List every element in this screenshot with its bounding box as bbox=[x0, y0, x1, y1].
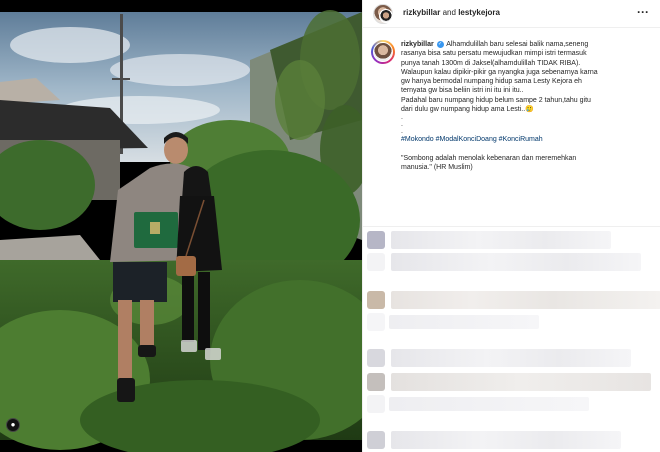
caption-dot: . bbox=[401, 128, 403, 136]
caption-line: Alhamdulillah baru selesai balik nama,se… bbox=[446, 41, 589, 48]
collab-username-link[interactable]: lestykejora bbox=[458, 8, 500, 17]
caption-line: Walaupun kalau dipikir-pikir ga nyangka … bbox=[401, 68, 598, 76]
user-tag-icon[interactable]: ● bbox=[6, 418, 20, 432]
more-horizontal-icon[interactable]: ··· bbox=[637, 6, 649, 18]
caption-line: punya tanah 1300m di Jaksel(alhamdulilla… bbox=[401, 59, 581, 67]
caption-line: rasanya bisa satu persatu mewujudkan mim… bbox=[401, 50, 587, 58]
post-photo[interactable]: ● bbox=[0, 0, 362, 452]
verified-badge-icon: ✓ bbox=[436, 40, 444, 48]
post-details-panel: rizkybillar and lestykejora ··· rizkybil… bbox=[362, 0, 660, 452]
author-username-link[interactable]: rizkybillar bbox=[403, 8, 440, 17]
caption-line: dari dulu gw numpang hidup ama Lesti..🥲 bbox=[401, 106, 534, 114]
caption-username[interactable]: rizkybillar bbox=[401, 41, 434, 48]
post-header: rizkybillar and lestykejora ··· bbox=[363, 0, 660, 28]
caption-text: rizkybillar ✓ Alhamdulillah baru selesai… bbox=[401, 40, 651, 172]
caption-avatar[interactable] bbox=[371, 40, 395, 64]
hashtags[interactable]: #Mokondo #ModalKonciDoang #KonciRumah bbox=[401, 135, 651, 144]
quote-line: manusia." (HR Muslim) bbox=[401, 163, 473, 171]
caption-line: Padahal baru numpang hidup belum sampe 2… bbox=[401, 96, 591, 104]
caption-line: gw hanya bermodal numpang hidup sama Les… bbox=[401, 78, 582, 86]
caption-dot: . bbox=[401, 114, 403, 122]
caption-line: ternyata gw bisa beliin istri ini itu in… bbox=[401, 87, 524, 95]
divider bbox=[363, 226, 660, 227]
blurred-comments bbox=[363, 230, 660, 452]
photo-scene bbox=[0, 0, 362, 452]
quote-line: "Sombong adalah menolak kebenaran dan me… bbox=[401, 154, 577, 162]
and-label: and bbox=[442, 8, 456, 17]
author-names: rizkybillar and lestykejora bbox=[403, 8, 500, 17]
caption-dot: . bbox=[401, 121, 403, 129]
collab-avatar[interactable] bbox=[379, 9, 393, 23]
